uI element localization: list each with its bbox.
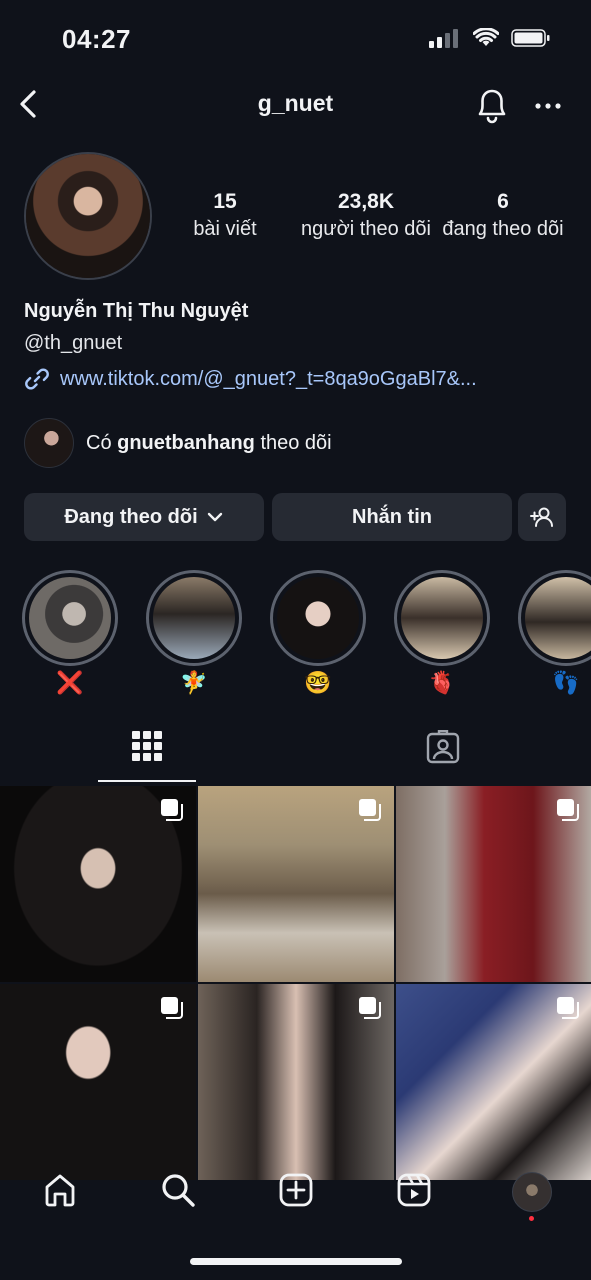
posts-label: bài viết	[193, 218, 257, 240]
highlight-4[interactable]	[394, 570, 490, 666]
posts-count-stat[interactable]: 15 bài viết	[170, 190, 280, 241]
carousel-icon	[359, 997, 381, 1019]
reels-icon	[397, 1173, 431, 1207]
highlight-4-title: 🫀	[428, 670, 456, 695]
highlight-5[interactable]	[518, 570, 591, 666]
follower-avatar	[24, 418, 74, 468]
highlight-2-title: 🧚	[180, 670, 208, 695]
bell-icon[interactable]	[474, 86, 510, 124]
followed-by-row[interactable]: Có gnuetbanhang theo dõi	[24, 418, 332, 468]
highlight-cover	[277, 577, 359, 659]
wifi-icon	[473, 28, 499, 46]
highlight-3[interactable]	[270, 570, 366, 666]
nav-search[interactable]	[158, 1170, 198, 1210]
notification-dot	[529, 1216, 534, 1221]
tagged-person-icon	[426, 730, 460, 764]
following-count: 6	[497, 190, 509, 213]
bio-link-text: www.tiktok.com/@_gnuet?_t=8qa9oGgaBl7&..…	[60, 367, 477, 390]
followed-by-username: gnuetbanhang	[117, 431, 255, 454]
tab-tagged[interactable]	[394, 730, 492, 782]
carousel-icon	[557, 997, 579, 1019]
threads-handle[interactable]: @th_gnuet	[24, 332, 122, 355]
highlight-2[interactable]	[146, 570, 242, 666]
highlight-1[interactable]	[22, 570, 118, 666]
following-label: đang theo dõi	[442, 218, 564, 240]
highlight-cover	[525, 577, 591, 659]
post-3[interactable]	[396, 786, 591, 982]
chevron-down-icon	[207, 512, 222, 522]
highlight-1-title: ❌	[56, 670, 84, 695]
carousel-icon	[557, 799, 579, 821]
nav-home[interactable]	[40, 1170, 80, 1210]
profile-full-name: Nguyễn Thị Thu Nguyệt	[24, 300, 249, 322]
bio-link[interactable]: www.tiktok.com/@_gnuet?_t=8qa9oGgaBl7&..…	[24, 366, 477, 392]
link-icon	[25, 368, 49, 390]
posts-count: 15	[213, 190, 237, 213]
grid-icon	[132, 731, 162, 761]
post-5[interactable]	[198, 984, 394, 1180]
followed-by-text: Có gnuetbanhang theo dõi	[86, 431, 332, 454]
highlight-cover	[153, 577, 235, 659]
post-4[interactable]	[0, 984, 196, 1180]
home-indicator[interactable]	[190, 1258, 402, 1265]
suggest-people-button[interactable]	[518, 493, 566, 541]
nav-profile-avatar[interactable]	[512, 1172, 552, 1212]
post-1[interactable]	[0, 786, 196, 982]
active-tab-indicator	[98, 780, 196, 782]
nav-reels[interactable]	[394, 1170, 434, 1210]
following-button-label: Đang theo dõi	[64, 505, 198, 528]
highlight-cover	[401, 577, 483, 659]
followers-label: người theo dõi	[301, 218, 431, 240]
highlight-3-title: 🤓	[304, 670, 332, 695]
following-button[interactable]: Đang theo dõi	[24, 493, 264, 541]
carousel-icon	[359, 799, 381, 821]
signal-icon	[429, 29, 458, 48]
search-icon	[162, 1174, 195, 1207]
status-time: 04:27	[62, 24, 131, 54]
home-icon	[45, 1174, 75, 1207]
carousel-icon	[161, 997, 183, 1019]
profile-avatar[interactable]	[24, 152, 152, 280]
message-button-label: Nhắn tin	[352, 505, 432, 528]
following-stat[interactable]: 6 đang theo dõi	[438, 190, 568, 241]
tab-posts-grid[interactable]	[98, 730, 196, 782]
highlight-5-title: 👣	[552, 670, 580, 695]
carousel-icon	[161, 799, 183, 821]
more-options-icon[interactable]	[532, 94, 564, 118]
create-post-icon	[279, 1173, 313, 1207]
followers-count: 23,8K	[337, 190, 395, 213]
post-6[interactable]	[396, 984, 591, 1180]
profile-photo	[26, 154, 150, 278]
highlight-cover	[29, 577, 111, 659]
followers-stat[interactable]: 23,8K người theo dõi	[296, 190, 436, 241]
battery-icon	[511, 29, 550, 47]
status-icons	[429, 28, 551, 48]
add-person-icon	[530, 507, 553, 527]
nav-create[interactable]	[276, 1170, 316, 1210]
message-button[interactable]: Nhắn tin	[272, 493, 512, 541]
post-2[interactable]	[198, 786, 394, 982]
